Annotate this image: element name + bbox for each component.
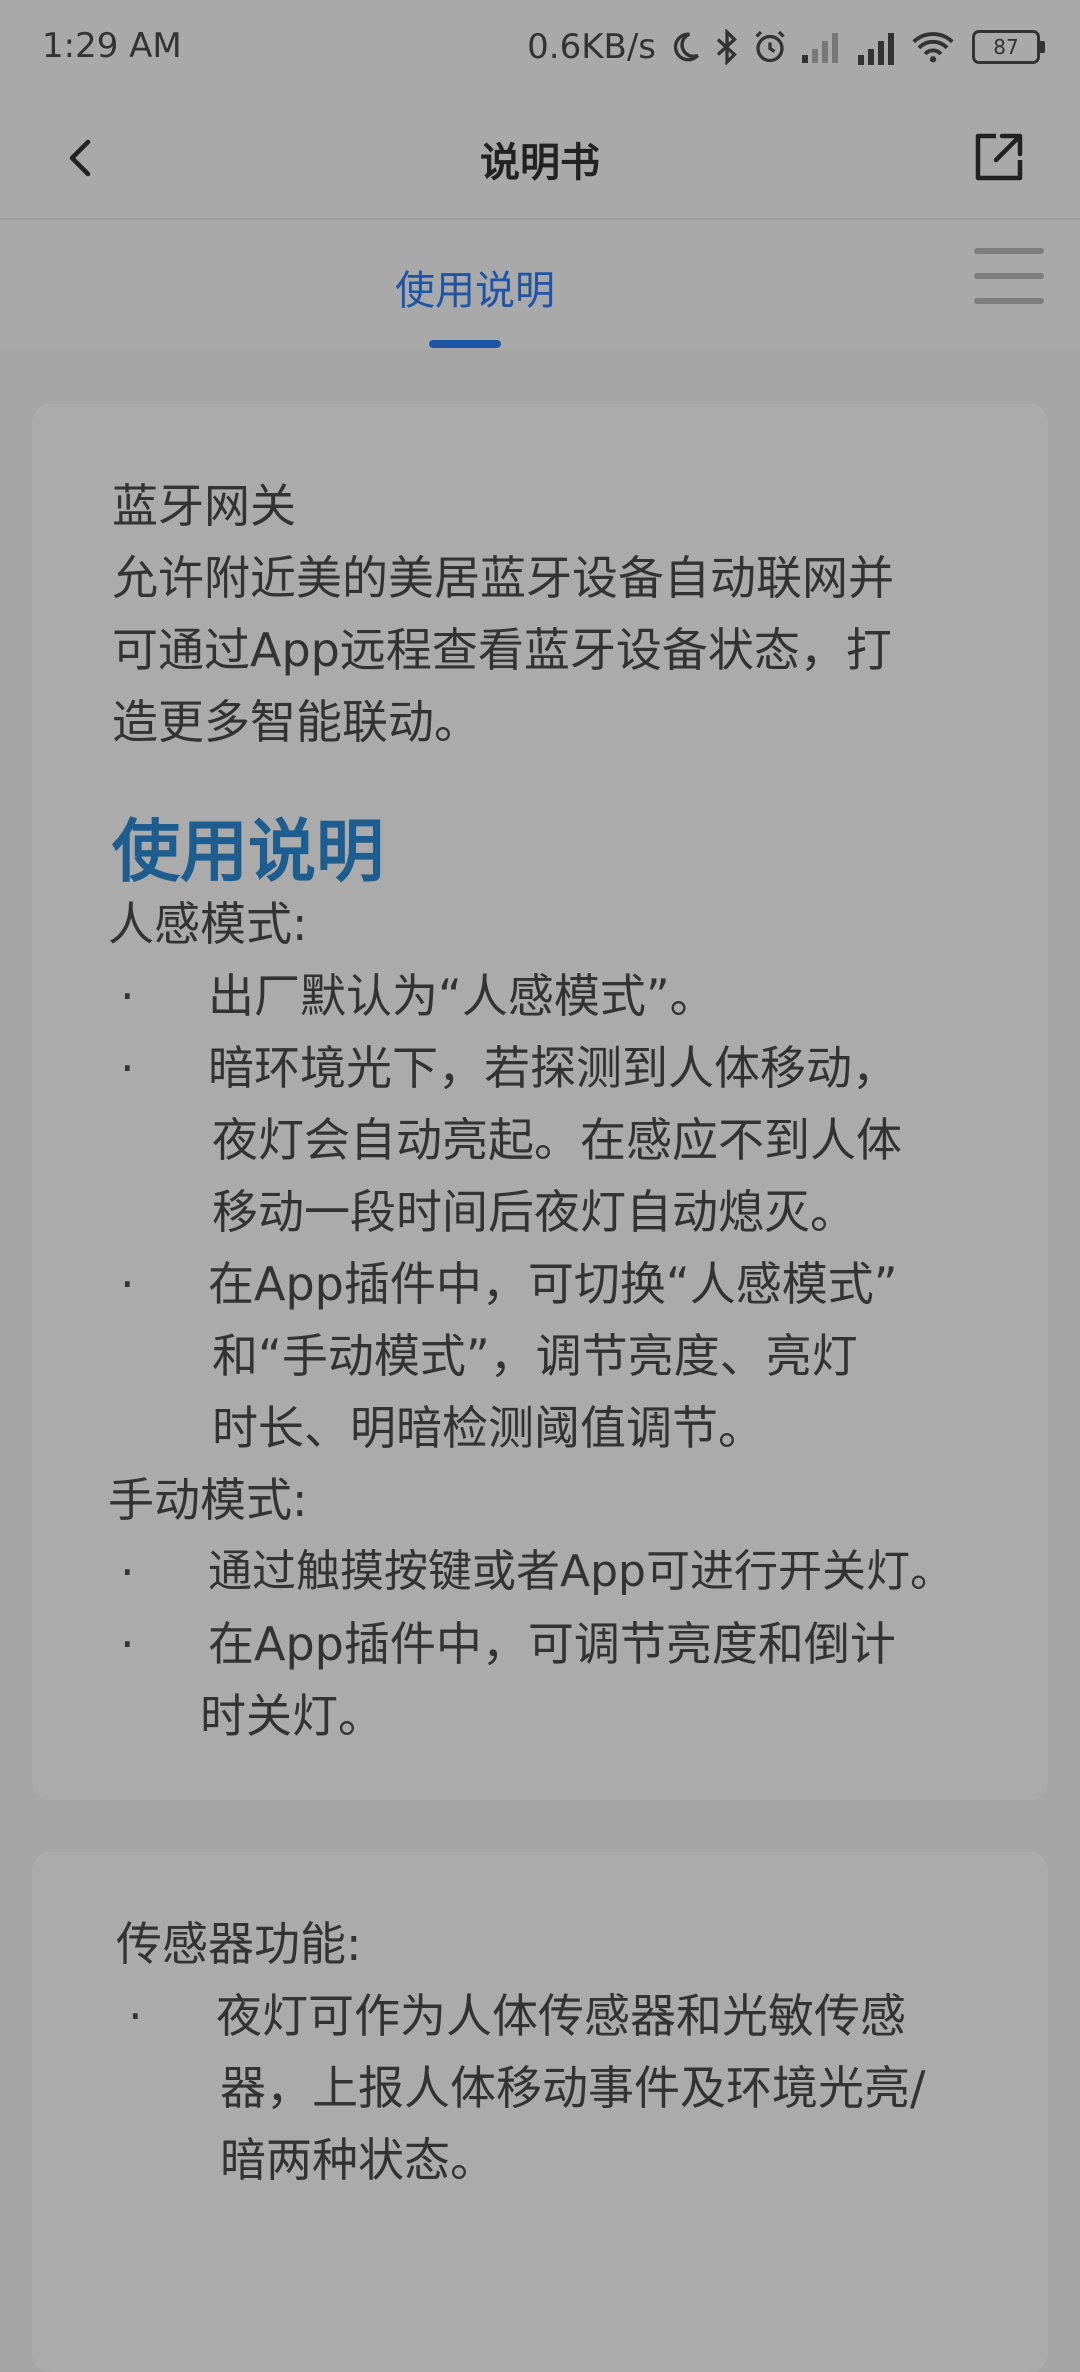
list-item: · 暗环境光下，若探测到人体移动， 夜灯会自动亮起。在感应不到人体 移动一段时间… xyxy=(120,1032,1020,1248)
list-item-text: 时关灯。 xyxy=(200,1689,384,1743)
hamburger-menu-icon[interactable] xyxy=(974,248,1044,312)
list-item-text: 出厂默认为“人感模式”。 xyxy=(208,969,716,1023)
list-item-text: 时长、明暗检测阈值调节。 xyxy=(212,1401,764,1455)
bullet-dot: · xyxy=(120,1257,135,1311)
instruction-card: 蓝牙网关 允许附近美的美居蓝牙设备自动联网并 可通过App远程查看蓝牙设备状态，… xyxy=(32,404,1048,1800)
signal-hd-icon xyxy=(856,29,900,65)
intro-line: 允许附近美的美居蓝牙设备自动联网并 xyxy=(112,551,894,605)
list-item-text: 夜灯会自动亮起。在感应不到人体 xyxy=(212,1113,902,1167)
list-item: · 夜灯可作为人体传感器和光敏传感 器，上报人体移动事件及环境光亮/ 暗两种状态… xyxy=(128,1980,1028,2196)
bullet-dot: · xyxy=(120,1041,135,1095)
tab-indicator xyxy=(429,340,501,348)
battery-level: 87 xyxy=(993,35,1019,59)
list-item-text: 在App插件中，可调节亮度和倒计 xyxy=(208,1617,896,1671)
list-item: · 在App插件中，可调节亮度和倒计 时关灯。 xyxy=(120,1608,1020,1752)
battery-icon: 87 xyxy=(972,30,1045,64)
bullet-dot: · xyxy=(120,1545,135,1599)
list-item-text: 和“手动模式”，调节亮度、亮灯 xyxy=(212,1329,858,1383)
nav-bar: 说明书 xyxy=(0,96,1080,218)
tab-instructions[interactable]: 使用说明 xyxy=(380,258,570,316)
network-speed: 0.6KB/s xyxy=(527,27,656,67)
alarm-icon xyxy=(752,29,788,65)
intro-line: 可通过App远程查看蓝牙设备状态，打 xyxy=(112,623,892,677)
share-button[interactable] xyxy=(966,126,1030,190)
bullet-dot: · xyxy=(120,969,135,1023)
list-item-text: 移动一段时间后夜灯自动熄灭。 xyxy=(212,1185,856,1239)
list-item: · 通过触摸按键或者App可进行开关灯。 xyxy=(120,1536,1040,1608)
wifi-icon xyxy=(912,30,954,64)
external-link-icon xyxy=(975,133,1023,181)
tab-bar: 使用说明 xyxy=(0,218,1080,350)
list-item-text: 暗两种状态。 xyxy=(220,2133,496,2187)
list-item: · 在App插件中，可切换“人感模式” 和“手动模式”，调节亮度、亮灯 时长、明… xyxy=(120,1248,1020,1464)
bullet-dot: · xyxy=(120,1617,135,1671)
status-time: 1:29 AM xyxy=(42,26,182,66)
moon-icon xyxy=(668,30,702,64)
page-title: 说明书 xyxy=(480,140,600,186)
list-item-text: 器，上报人体移动事件及环境光亮/ xyxy=(220,2061,926,2115)
status-bar: 1:29 AM 0.6KB/s 87 xyxy=(0,0,1080,96)
mode-title-motion: 人感模式: xyxy=(108,897,308,951)
list-item-text: 暗环境光下，若探测到人体移动， xyxy=(208,1041,898,1095)
instructions-heading: 使用说明 xyxy=(112,813,385,892)
sensor-title: 传感器功能: xyxy=(116,1917,362,1971)
list-item-text: 通过触摸按键或者App可进行开关灯。 xyxy=(208,1546,954,1597)
list-item-text: 夜灯可作为人体传感器和光敏传感 xyxy=(216,1989,906,2043)
intro-line: 造更多智能联动。 xyxy=(112,695,480,749)
mode-title-manual: 手动模式: xyxy=(108,1473,308,1527)
section-title: 蓝牙网关 xyxy=(112,479,296,533)
bluetooth-icon xyxy=(714,29,740,65)
bullet-dot: · xyxy=(128,1989,143,2043)
signal-weak-icon xyxy=(800,31,844,63)
status-icons: 0.6KB/s 87 xyxy=(527,22,1045,72)
list-item-text: 在App插件中，可切换“人感模式” xyxy=(208,1257,898,1311)
sensor-card: 传感器功能: · 夜灯可作为人体传感器和光敏传感 器，上报人体移动事件及环境光亮… xyxy=(32,1852,1048,2372)
list-item: · 出厂默认为“人感模式”。 xyxy=(120,960,1020,1032)
